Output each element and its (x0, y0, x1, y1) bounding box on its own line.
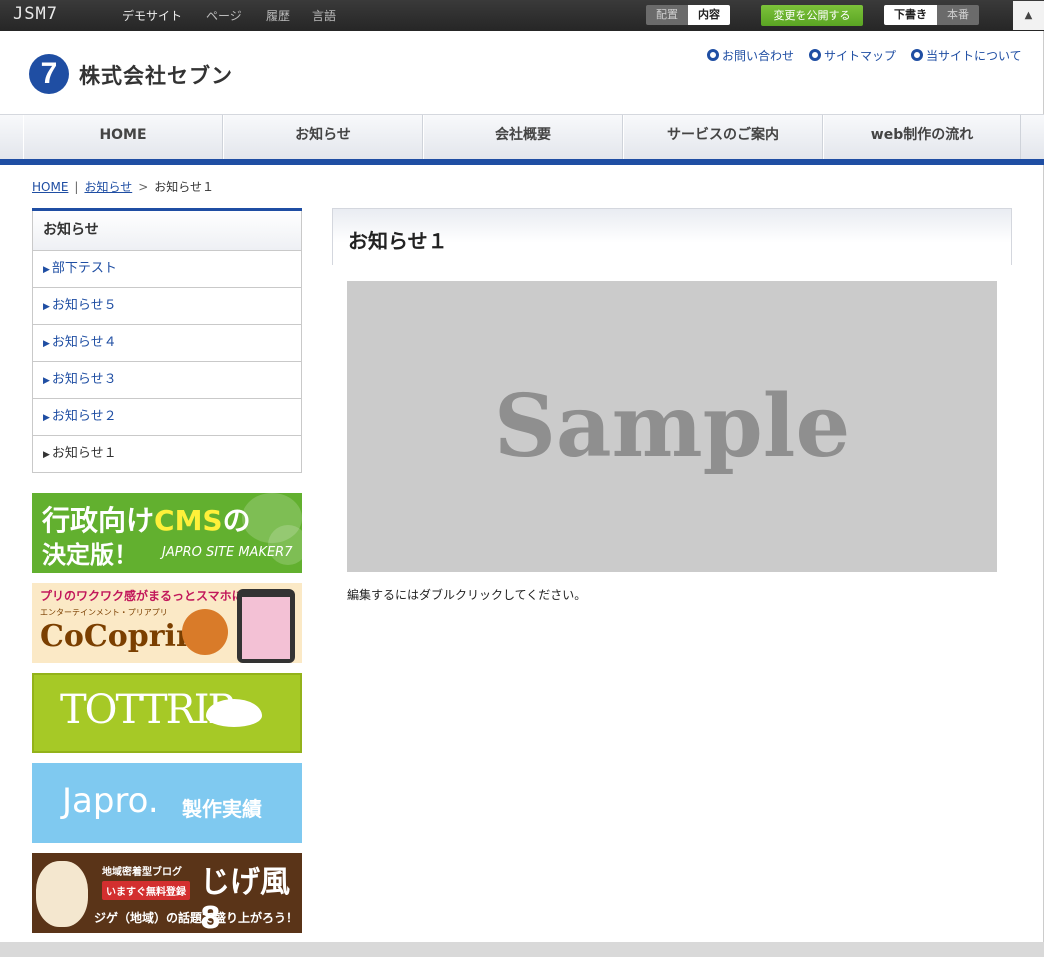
mode-content-button[interactable]: 内容 (688, 5, 730, 25)
gnav-home[interactable]: HOME (23, 115, 223, 159)
triangle-right-icon: ▶ (43, 376, 50, 386)
sub-menu-item-current[interactable]: ▶ お知らせ１ (32, 436, 302, 473)
page-title-box: お知らせ１ (332, 208, 1012, 265)
breadcrumb-news[interactable]: お知らせ (84, 180, 132, 194)
smartphone-icon (237, 589, 295, 663)
edit-hint-text[interactable]: 編集するにはダブルクリックしてください。 (347, 586, 586, 603)
sub-menu-item[interactable]: ▶ お知らせ２ (32, 399, 302, 436)
triangle-right-icon: ▶ (43, 339, 50, 349)
mascot-character-icon (36, 861, 88, 927)
triangle-right-icon: ▶ (43, 302, 50, 312)
sub-menu: お知らせ ▶ 部下テスト ▶ お知らせ５ ▶ お知らせ４ ▶ お知らせ３ ▶ お知らせ２ … (32, 208, 302, 473)
sub-menu-title: お知らせ (32, 211, 302, 251)
collapse-toolbar-button[interactable]: ▲ (1013, 1, 1044, 30)
bullet-circle-icon (707, 49, 719, 61)
sitemap-link[interactable]: サイトマップ (809, 47, 896, 64)
sub-menu-item[interactable]: ▶ お知らせ３ (32, 362, 302, 399)
sub-menu-item[interactable]: ▶ お知らせ４ (32, 325, 302, 362)
company-name[interactable]: 株式会社セブン (79, 60, 233, 90)
draft-button[interactable]: 下書き (884, 5, 937, 25)
mode-layout-button[interactable]: 配置 (646, 5, 688, 25)
breadcrumb-arrow: > (138, 180, 149, 194)
publish-changes-button[interactable]: 変更を公開する (761, 5, 863, 26)
production-button[interactable]: 本番 (937, 5, 979, 25)
mascot-face-icon (182, 609, 228, 655)
admin-menu-pages[interactable]: ページ (206, 7, 242, 24)
about-site-link[interactable]: 当サイトについて (911, 47, 1022, 64)
breadcrumb-home[interactable]: HOME (32, 180, 68, 194)
gnav-news[interactable]: お知らせ (223, 115, 423, 159)
admin-menu-demo-site[interactable]: デモサイト (122, 7, 182, 24)
gnav-web-flow[interactable]: web制作の流れ (823, 115, 1021, 159)
page-title: お知らせ１ (348, 229, 448, 253)
breadcrumb-separator: | (74, 180, 79, 194)
version-toggle: 下書き 本番 (884, 5, 979, 25)
banner-tottrip[interactable]: TOTTRIP (32, 673, 302, 753)
breadcrumb-current: お知らせ１ (154, 180, 215, 194)
bullet-circle-icon (809, 49, 821, 61)
admin-menu-language[interactable]: 言語 (312, 7, 336, 24)
banner-cocoprin[interactable]: プリのワクワク感がまるっとスマホに♥ エンターテインメント・プリアプリ CoCo… (32, 583, 302, 663)
sample-image[interactable]: Sample (347, 281, 997, 572)
gnav-services[interactable]: サービスのご案内 (623, 115, 823, 159)
banner-japro-works[interactable]: Japro. 製作実績 (32, 763, 302, 843)
mode-toggle: 配置 内容 (646, 5, 730, 25)
bird-icon (206, 699, 262, 727)
banner-jigekaze[interactable]: 地域密着型ブログ いますぐ無料登録 じげ風8 ジゲ（地域）の話題で盛り上がろう！ (32, 853, 302, 933)
chevron-up-icon: ▲ (1024, 10, 1033, 21)
global-nav: HOME お知らせ 会社概要 サービスのご案内 web制作の流れ (0, 114, 1044, 159)
gnav-company[interactable]: 会社概要 (423, 115, 623, 159)
bullet-circle-icon (911, 49, 923, 61)
contact-link[interactable]: お問い合わせ (707, 47, 794, 64)
admin-toolbar: JSM7 デモサイト ページ 履歴 言語 配置 内容 変更を公開する 下書き 本… (0, 0, 1044, 31)
nav-divider (0, 159, 1044, 165)
triangle-right-icon: ▶ (43, 265, 50, 275)
banner-japro-site-maker[interactable]: 行政向けCMSの 決定版！ JAPRO SITE MAKER7 (32, 493, 302, 573)
jsm7-logo[interactable]: JSM7 (13, 4, 58, 24)
triangle-right-icon: ▶ (43, 450, 50, 460)
site-page: 7 株式会社セブン お問い合わせ サイトマップ 当サイトについて HOME お知… (0, 31, 1044, 942)
triangle-right-icon: ▶ (43, 413, 50, 423)
sub-menu-item[interactable]: ▶ お知らせ５ (32, 288, 302, 325)
company-logo-mark[interactable]: 7 (29, 54, 69, 94)
breadcrumb: HOME | お知らせ > お知らせ１ (32, 178, 214, 195)
sub-menu-item[interactable]: ▶ 部下テスト (32, 251, 302, 288)
admin-menu-history[interactable]: 履歴 (266, 7, 290, 24)
